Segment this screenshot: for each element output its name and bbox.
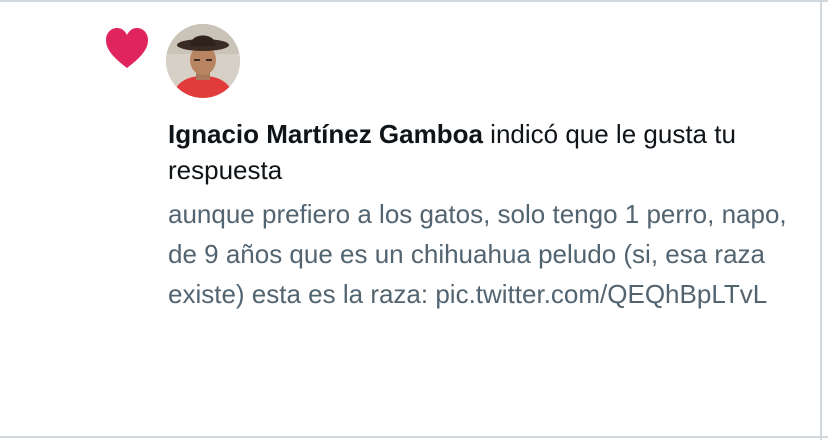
user-name[interactable]: Ignacio Martínez Gamboa [168,119,483,149]
heart-icon [104,26,150,70]
avatar[interactable] [166,24,240,98]
right-divider [820,0,822,440]
notification-content[interactable]: Ignacio Martínez Gamboa indicó que le gu… [168,116,808,314]
top-divider [0,0,828,2]
reply-preview: aunque prefiero a los gatos, solo tengo … [168,199,787,309]
notification-text: Ignacio Martínez Gamboa indicó que le gu… [168,116,808,188]
bottom-divider [0,436,828,438]
